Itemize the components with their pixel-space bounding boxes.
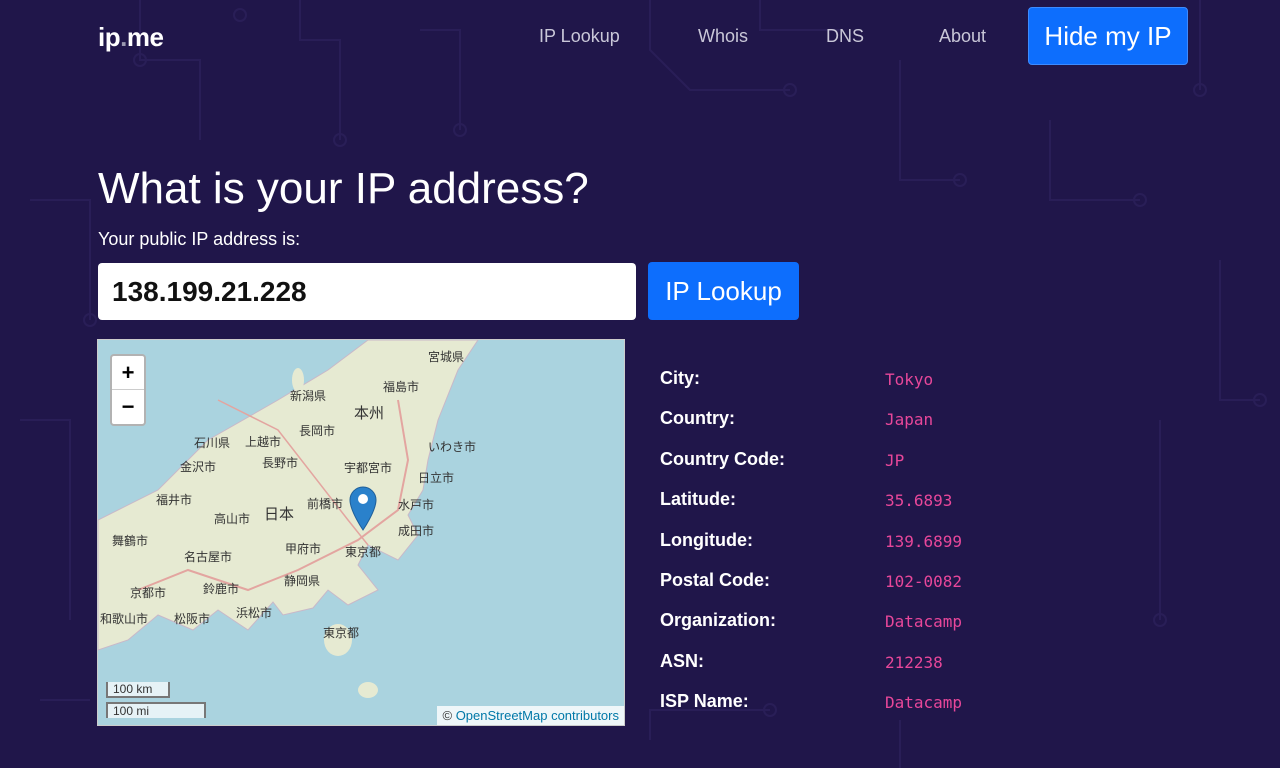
nav-about[interactable]: About	[939, 26, 986, 47]
info-label: Latitude:	[660, 489, 736, 510]
map-label: いわき市	[428, 440, 477, 454]
map-label: 鈴鹿市	[203, 582, 240, 596]
ip-input[interactable]: 138.199.21.228	[98, 263, 636, 320]
map-label: 京都市	[130, 586, 167, 600]
map-label: 本州	[354, 405, 385, 422]
hide-my-ip-button[interactable]: Hide my IP	[1028, 7, 1188, 65]
nav-dns[interactable]: DNS	[826, 26, 864, 47]
map-label: 宮城県	[428, 350, 465, 364]
map-label: 成田市	[398, 524, 435, 538]
map-label: 東京都	[323, 626, 360, 640]
info-label: ISP Name:	[660, 691, 749, 712]
info-value: 139.6899	[885, 531, 963, 551]
map-label: 高山市	[214, 512, 251, 526]
map[interactable]: 宮城県福島市新潟県本州長岡市上越市 石川県金沢市 長野市 宇都宮市 いわき市日立市福井市…	[97, 339, 625, 726]
location-pin-icon[interactable]	[348, 485, 378, 531]
map-label: 浜松市	[236, 606, 273, 620]
map-label: 新潟県	[290, 389, 327, 403]
map-label: 甲府市	[285, 542, 322, 556]
info-row: Latitude: 35.6893	[660, 489, 962, 529]
info-value: 35.6893	[885, 491, 953, 511]
logo-dot: .	[120, 22, 127, 52]
map-label: 金沢市	[180, 460, 217, 474]
info-row: Longitude: 139.6899	[660, 530, 962, 570]
info-row: Postal Code: 102-0082	[660, 570, 962, 610]
subtitle: Your public IP address is:	[98, 229, 301, 249]
osm-link[interactable]: OpenStreetMap contributors	[456, 708, 619, 723]
scale-km: 100 km	[106, 682, 170, 698]
map-label: 宇都宮市	[344, 461, 393, 475]
info-label: City:	[660, 368, 700, 388]
info-row: Country: Japan	[660, 408, 962, 448]
map-label: 名古屋市	[184, 550, 233, 564]
map-label: 水戸市	[398, 498, 435, 512]
map-label: 石川県	[194, 436, 231, 450]
info-value: JP	[885, 450, 905, 470]
info-row: Organization: Datacamp	[660, 610, 962, 650]
info-row: City: Tokyo	[660, 368, 962, 408]
info-label: Organization:	[660, 610, 776, 631]
map-label: 日立市	[418, 471, 455, 485]
map-label: 松阪市	[174, 612, 211, 626]
info-label: Country:	[660, 408, 735, 429]
zoom-out-button[interactable]: −	[112, 390, 144, 424]
info-label: ASN:	[660, 650, 704, 671]
logo-text: me	[126, 22, 164, 52]
map-label: 長野市	[262, 456, 299, 470]
ip-lookup-button[interactable]: IP Lookup	[648, 262, 799, 320]
map-label: 和歌山市	[100, 612, 149, 626]
info-label: Country Code:	[660, 448, 785, 469]
map-label: 長岡市	[299, 424, 336, 438]
map-label: 上越市	[245, 435, 282, 449]
nav-whois[interactable]: Whois	[698, 26, 748, 47]
logo-text: ip	[98, 22, 121, 52]
map-label: 静岡県	[284, 574, 321, 588]
info-label: Postal Code:	[660, 569, 771, 590]
map-label: 舞鶴市	[112, 534, 149, 548]
info-value: 102-0082	[885, 571, 963, 591]
page-title: What is your IP address?	[98, 164, 589, 213]
info-value: Japan	[885, 410, 934, 430]
zoom-in-button[interactable]: +	[112, 356, 144, 390]
info-row: ISP Name: Datacamp	[660, 691, 962, 731]
info-row: ASN: 212238	[660, 651, 962, 691]
map-attribution: © OpenStreetMap contributors	[437, 706, 624, 725]
top-nav: ip.me IP Lookup Whois DNS About Hide my …	[0, 0, 1280, 72]
info-value: Tokyo	[885, 370, 934, 389]
map-label: 東京都	[345, 545, 382, 559]
map-label: 日本	[264, 506, 295, 523]
map-label: 福井市	[156, 493, 193, 507]
info-row: Country Code: JP	[660, 449, 962, 489]
map-land	[98, 340, 479, 698]
info-value: Datacamp	[885, 693, 963, 713]
map-label: 前橋市	[307, 497, 344, 511]
copyright: ©	[442, 708, 453, 723]
zoom-control: + −	[110, 354, 146, 426]
info-value: Datacamp	[885, 612, 963, 632]
scale-mi: 100 mi	[106, 702, 206, 718]
nav-ip-lookup[interactable]: IP Lookup	[539, 26, 620, 47]
info-value: 212238	[885, 652, 943, 672]
logo[interactable]: ip.me	[98, 22, 164, 53]
ip-info-table: City: Tokyo Country: Japan Country Code: JP La…	[660, 368, 962, 732]
info-label: Longitude:	[660, 529, 753, 550]
map-label: 福島市	[383, 380, 420, 394]
